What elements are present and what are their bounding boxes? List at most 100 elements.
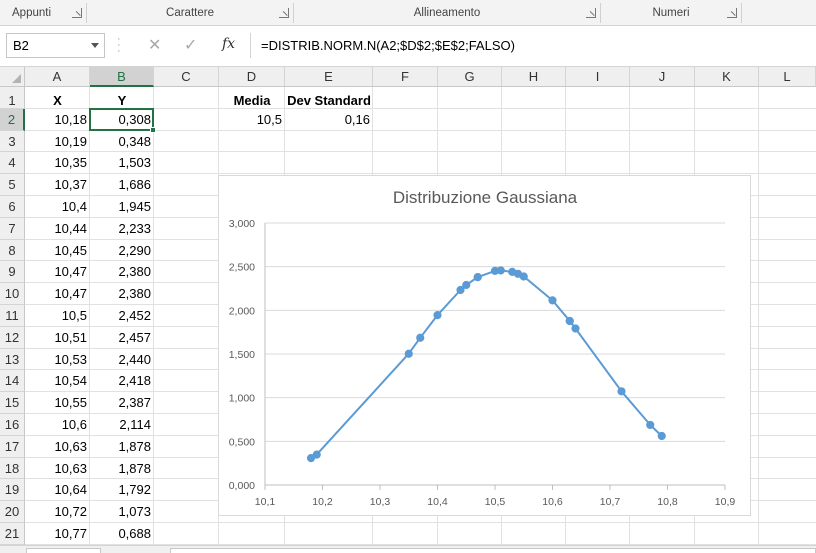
- dialog-launcher-icon[interactable]: [72, 8, 82, 18]
- worksheet-grid[interactable]: ABCDEFGHIJKL 1 2 3 4 5 6 7 8 9 10 11 12 13 14 15 16 17 18…: [0, 67, 816, 553]
- fill-handle[interactable]: [150, 126, 156, 133]
- column-header-j[interactable]: J: [630, 67, 695, 87]
- column-header-k[interactable]: K: [695, 67, 759, 87]
- cell-a18-x[interactable]: 10,63: [25, 458, 90, 480]
- column-header-b[interactable]: B: [90, 67, 154, 87]
- column-header-l[interactable]: L: [759, 67, 816, 87]
- x-tick-label: 10,5: [485, 496, 506, 508]
- chevron-down-icon[interactable]: [91, 43, 99, 48]
- cell-b4-y[interactable]: 1,503: [90, 152, 154, 174]
- cell-a4-x[interactable]: 10,35: [25, 152, 90, 174]
- row-header-6[interactable]: 6: [0, 196, 25, 218]
- cell-a15-x[interactable]: 10,55: [25, 392, 90, 414]
- row-header-20[interactable]: 20: [0, 501, 25, 523]
- row-header-2[interactable]: 2: [0, 108, 25, 131]
- cell-b1-header-y[interactable]: Y: [90, 87, 154, 109]
- row-header-19[interactable]: 19: [0, 479, 25, 502]
- row-header-18[interactable]: 18: [0, 457, 25, 480]
- horizontal-scrollbar[interactable]: [170, 548, 816, 553]
- cell-b5-y[interactable]: 1,686: [90, 174, 154, 196]
- cell-a11-x[interactable]: 10,5: [25, 305, 90, 327]
- cell-a8-x[interactable]: 10,45: [25, 240, 90, 262]
- x-tick-label: 10,8: [657, 496, 678, 508]
- column-header-i[interactable]: I: [566, 67, 630, 87]
- row-header-14[interactable]: 14: [0, 370, 25, 393]
- cell-a20-x[interactable]: 10,72: [25, 501, 90, 523]
- x-tick-label: 10,3: [370, 496, 391, 508]
- cell-a2-x[interactable]: 10,18: [25, 109, 90, 131]
- cell-b6-y[interactable]: 1,945: [90, 196, 154, 218]
- row-header-8[interactable]: 8: [0, 239, 25, 262]
- column-header-h[interactable]: H: [502, 67, 566, 87]
- select-all-corner[interactable]: [0, 67, 25, 87]
- cell-a13-x[interactable]: 10,53: [25, 349, 90, 371]
- row-header-21[interactable]: 21: [0, 523, 25, 545]
- column-header-g[interactable]: G: [438, 67, 502, 87]
- row-header-10[interactable]: 10: [0, 283, 25, 305]
- cell-a10-x[interactable]: 10,47: [25, 283, 90, 305]
- cell-a16-x[interactable]: 10,6: [25, 414, 90, 436]
- column-header-a[interactable]: A: [25, 67, 90, 87]
- row-header-9[interactable]: 9: [0, 261, 25, 284]
- cell-d1-header-mean[interactable]: Media: [219, 87, 285, 109]
- column-header-f[interactable]: F: [373, 67, 438, 87]
- row-header-16[interactable]: 16: [0, 414, 25, 436]
- cell-b12-y[interactable]: 2,457: [90, 327, 154, 349]
- row-header-1[interactable]: 1: [0, 87, 25, 109]
- cancel-icon[interactable]: ✕: [148, 35, 161, 55]
- cell-b17-y[interactable]: 1,878: [90, 436, 154, 458]
- cell-b20-y[interactable]: 1,073: [90, 501, 154, 523]
- name-box[interactable]: B2: [6, 33, 105, 58]
- cell-b11-y[interactable]: 2,452: [90, 305, 154, 327]
- column-header-e[interactable]: E: [285, 67, 373, 87]
- cell-b13-y[interactable]: 2,440: [90, 349, 154, 371]
- drag-handle-icon[interactable]: · · ·: [117, 34, 121, 57]
- cell-a17-x[interactable]: 10,63: [25, 436, 90, 458]
- column-header-c[interactable]: C: [154, 67, 219, 87]
- cell-b19-y[interactable]: 1,792: [90, 479, 154, 501]
- row-header-7[interactable]: 7: [0, 217, 25, 240]
- cell-b10-y[interactable]: 2,380: [90, 283, 154, 305]
- cell-a19-x[interactable]: 10,64: [25, 479, 90, 501]
- cell-a1-header-x[interactable]: X: [25, 87, 90, 109]
- cell-e1-header-std[interactable]: Dev Standard: [285, 87, 373, 109]
- cell-b16-y[interactable]: 2,114: [90, 414, 154, 436]
- cell-a9-x[interactable]: 10,47: [25, 261, 90, 283]
- cell-a5-x[interactable]: 10,37: [25, 174, 90, 196]
- row-header-13[interactable]: 13: [0, 348, 25, 371]
- cell-a12-x[interactable]: 10,51: [25, 327, 90, 349]
- cell-a21-x[interactable]: 10,77: [25, 523, 90, 545]
- data-point: [462, 280, 471, 290]
- cell-b9-y[interactable]: 2,380: [90, 261, 154, 283]
- cell-b8-y[interactable]: 2,290: [90, 240, 154, 262]
- cell-a3-x[interactable]: 10,19: [25, 131, 90, 153]
- row-header-11[interactable]: 11: [0, 305, 25, 327]
- column-header-d[interactable]: D: [219, 67, 285, 87]
- formula-input[interactable]: =DISTRIB.NORM.N(A2;$D$2;$E$2;FALSO): [250, 33, 816, 58]
- row-header-12[interactable]: 12: [0, 326, 25, 349]
- row-header-5[interactable]: 5: [0, 174, 25, 196]
- cell-e2-std[interactable]: 0,16: [285, 109, 373, 131]
- cell-a14-x[interactable]: 10,54: [25, 370, 90, 392]
- row-header-15[interactable]: 15: [0, 392, 25, 414]
- cell-b15-y[interactable]: 2,387: [90, 392, 154, 414]
- chart-gaussian[interactable]: Distribuzione Gaussiana 0,000 0,500 1,000 1,…: [218, 175, 751, 516]
- dialog-launcher-icon[interactable]: [727, 8, 737, 18]
- cell-a6-x[interactable]: 10,4: [25, 196, 90, 218]
- insert-function-icon[interactable]: fx: [222, 36, 235, 52]
- cell-b3-y[interactable]: 0,348: [90, 131, 154, 153]
- row-header-17[interactable]: 17: [0, 435, 25, 458]
- sheet-tab[interactable]: [26, 548, 101, 553]
- dialog-launcher-icon[interactable]: [279, 8, 289, 18]
- cell-b14-y[interactable]: 2,418: [90, 370, 154, 392]
- cell-b7-y[interactable]: 2,233: [90, 218, 154, 240]
- cell-a7-x[interactable]: 10,44: [25, 218, 90, 240]
- cell-b18-y[interactable]: 1,878: [90, 458, 154, 480]
- ribbon-group-clipboard: Appunti: [0, 0, 86, 26]
- cell-d2-mean[interactable]: 10,5: [219, 109, 285, 131]
- dialog-launcher-icon[interactable]: [586, 8, 596, 18]
- row-header-3[interactable]: 3: [0, 130, 25, 153]
- enter-icon[interactable]: ✓: [184, 35, 197, 55]
- row-header-4[interactable]: 4: [0, 152, 25, 175]
- cell-b21-y[interactable]: 0,688: [90, 523, 154, 545]
